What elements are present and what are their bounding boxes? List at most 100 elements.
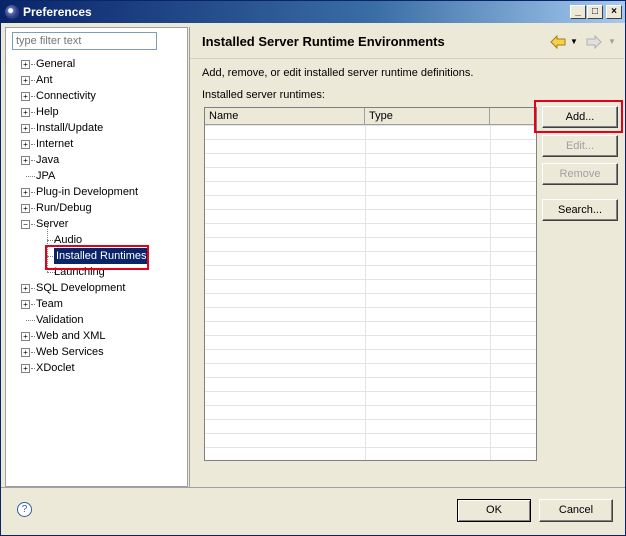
- page-description: Add, remove, or edit installed server ru…: [202, 67, 474, 79]
- expand-icon[interactable]: +: [21, 124, 30, 133]
- tree-item-label: Ant: [36, 74, 53, 86]
- preference-page: Installed Server Runtime Environments ▼ …: [189, 27, 624, 487]
- help-icon[interactable]: ?: [17, 502, 32, 517]
- tree-connector: [31, 208, 35, 209]
- tree-item-label: Connectivity: [36, 90, 96, 102]
- expand-icon[interactable]: +: [21, 108, 30, 117]
- tree-item-label: XDoclet: [36, 362, 75, 374]
- tree-item-internet[interactable]: + Internet: [6, 136, 189, 152]
- tree-item-label: General: [36, 58, 76, 70]
- tree-item-label: Web and XML: [36, 330, 106, 342]
- ok-button[interactable]: OK: [457, 499, 531, 522]
- tree-connector: [31, 368, 35, 369]
- installed-runtimes-highlight: [45, 245, 149, 270]
- tree-connector: [31, 288, 35, 289]
- title-bar[interactable]: Preferences _ □ ×: [1, 1, 625, 23]
- remove-button[interactable]: Remove: [542, 163, 618, 185]
- tree-item-web-services[interactable]: + Web Services: [6, 344, 189, 360]
- preferences-window: Preferences _ □ × + General + Ant + Connectiv…: [0, 0, 626, 536]
- tree-connector: [31, 144, 35, 145]
- bottom-separator: [1, 487, 625, 488]
- tree-item-xdoclet[interactable]: + XDoclet: [6, 360, 189, 376]
- expand-icon[interactable]: +: [21, 348, 30, 357]
- tree-item-help[interactable]: + Help: [6, 104, 189, 120]
- table-header: Name Type: [205, 108, 536, 125]
- expand-icon[interactable]: +: [21, 92, 30, 101]
- expand-icon[interactable]: +: [21, 140, 30, 149]
- tree-connector: [31, 64, 35, 65]
- close-button[interactable]: ×: [606, 5, 622, 19]
- column-header-extra[interactable]: [490, 108, 536, 125]
- search-button[interactable]: Search...: [542, 199, 618, 221]
- tree-item-java[interactable]: + Java: [6, 152, 189, 168]
- column-divider: [490, 125, 491, 460]
- edit-button[interactable]: Edit...: [542, 135, 618, 157]
- expand-icon[interactable]: +: [21, 284, 30, 293]
- tree-item-plug-in-development[interactable]: + Plug-in Development: [6, 184, 189, 200]
- collapse-icon[interactable]: −: [21, 220, 30, 229]
- tree-item-label: Install/Update: [36, 122, 104, 134]
- tree-item-ant[interactable]: + Ant: [6, 72, 189, 88]
- tree-connector: [31, 128, 35, 129]
- page-header: Installed Server Runtime Environments ▼ …: [190, 27, 624, 59]
- tree-item-label: Validation: [36, 314, 84, 326]
- tree-item-general[interactable]: + General: [6, 56, 189, 72]
- back-dropdown-icon[interactable]: ▼: [570, 37, 578, 46]
- expand-icon[interactable]: +: [21, 188, 30, 197]
- preferences-tree: + General + Ant + Connectivity + Help + Install/U…: [6, 56, 189, 376]
- window-title: Preferences: [23, 5, 92, 19]
- tree-item-label: Internet: [36, 138, 74, 150]
- tree-connector: [31, 96, 35, 97]
- tree-item-run-debug[interactable]: + Run/Debug: [6, 200, 189, 216]
- cancel-button[interactable]: Cancel: [539, 499, 613, 522]
- tree-item-jpa[interactable]: JPA: [6, 168, 189, 184]
- tree-item-team[interactable]: + Team: [6, 296, 189, 312]
- add-button[interactable]: Add...: [542, 106, 618, 128]
- page-title: Installed Server Runtime Environments: [202, 34, 445, 49]
- tree-connector: [31, 80, 35, 81]
- expand-icon[interactable]: +: [21, 300, 30, 309]
- expand-icon[interactable]: +: [21, 364, 30, 373]
- column-header-type[interactable]: Type: [365, 108, 490, 125]
- forward-dropdown-icon[interactable]: ▼: [608, 37, 616, 46]
- runtimes-table[interactable]: Name Type: [204, 107, 537, 461]
- tree-item-install-update[interactable]: + Install/Update: [6, 120, 189, 136]
- expand-icon[interactable]: +: [21, 156, 30, 165]
- table-rows: [205, 125, 536, 460]
- forward-arrow-icon[interactable]: [586, 35, 602, 49]
- tree-connector: [31, 112, 35, 113]
- filter-input[interactable]: [12, 32, 157, 50]
- tree-connector: [31, 192, 35, 193]
- eclipse-icon: [5, 5, 19, 19]
- runtimes-list-label: Installed server runtimes:: [202, 89, 325, 101]
- tree-connector: [47, 224, 48, 240]
- tree-item-label: Run/Debug: [36, 202, 92, 214]
- tree-item-label: Web Services: [36, 346, 104, 358]
- column-divider: [365, 125, 366, 460]
- tree-connector: [31, 224, 35, 225]
- minimize-button[interactable]: _: [570, 5, 586, 19]
- tree-item-label: JPA: [36, 170, 56, 182]
- tree-connector: [26, 176, 35, 177]
- maximize-button[interactable]: □: [587, 5, 603, 19]
- tree-item-label: Server: [36, 218, 69, 230]
- tree-connector: [31, 336, 35, 337]
- expand-icon[interactable]: +: [21, 204, 30, 213]
- tree-item-label: SQL Development: [36, 282, 126, 294]
- tree-item-sql-development[interactable]: + SQL Development: [6, 280, 189, 296]
- expand-icon[interactable]: +: [21, 60, 30, 69]
- column-header-name[interactable]: Name: [205, 108, 365, 125]
- tree-connector: [26, 320, 35, 321]
- tree-connector: [31, 304, 35, 305]
- back-arrow-icon[interactable]: [550, 35, 566, 49]
- tree-item-server[interactable]: − Server: [6, 216, 189, 232]
- expand-icon[interactable]: +: [21, 332, 30, 341]
- tree-item-label: Help: [36, 106, 59, 118]
- tree-item-label: Java: [36, 154, 60, 166]
- tree-item-validation[interactable]: Validation: [6, 312, 189, 328]
- expand-icon[interactable]: +: [21, 76, 30, 85]
- tree-connector: [31, 352, 35, 353]
- tree-item-connectivity[interactable]: + Connectivity: [6, 88, 189, 104]
- tree-item-label: Team: [36, 298, 63, 310]
- tree-item-web-and-xml[interactable]: + Web and XML: [6, 328, 189, 344]
